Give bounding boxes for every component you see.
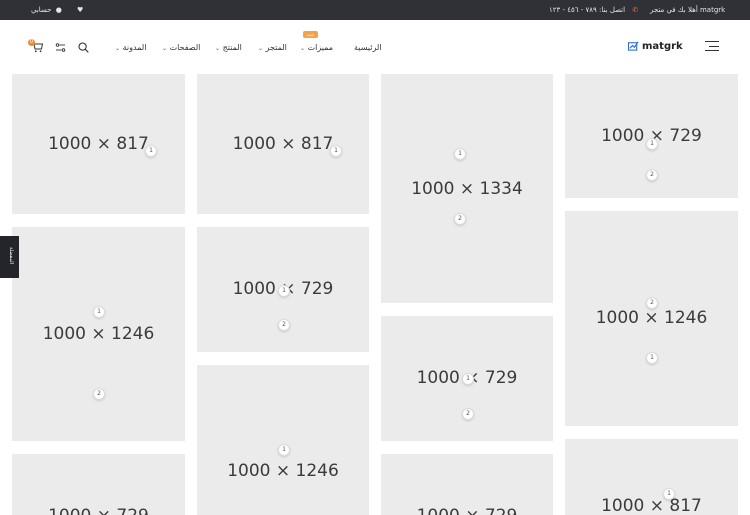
hotspot-marker[interactable]: 2: [454, 213, 466, 225]
nav-pages[interactable]: ⌄ الصفحات: [159, 41, 200, 55]
gallery-item[interactable]: 1000 × 817 1: [197, 74, 369, 214]
gallery-item[interactable]: 2 1000 × 1246 1: [565, 211, 738, 426]
nav-blog[interactable]: ⌄ المدونة: [112, 41, 146, 55]
gallery-item[interactable]: 1000 × 729 1 2: [565, 74, 738, 198]
image-size-label: 1000 × 817: [232, 134, 334, 154]
account-label: حسابي: [31, 6, 52, 14]
contact-info: اتصل بنا: ٧٨٩ - ٤٥٦ - ١٢٣ ✆: [549, 0, 638, 20]
nav-features[interactable]: ⌄ مميزات: [297, 41, 333, 55]
search-icon[interactable]: [78, 42, 89, 53]
gallery-item[interactable]: 1 1000 × 1334 2: [381, 74, 553, 303]
phone-icon: ✆: [632, 6, 639, 14]
compare-icon[interactable]: [55, 42, 66, 53]
logo-text: matgrk: [642, 41, 683, 52]
gallery-item[interactable]: 1000 × 729 1 2: [197, 227, 369, 352]
hotspot-marker[interactable]: 1: [454, 148, 466, 160]
hotspot-marker[interactable]: 1: [93, 306, 105, 318]
new-badge: جديد: [303, 31, 318, 38]
nav-shop[interactable]: ⌄ المتجر: [255, 41, 287, 55]
nav-blog-label: المدونة: [122, 43, 147, 52]
image-size-label: 1000 × 817: [48, 134, 149, 154]
hotspot-marker[interactable]: 2: [462, 408, 474, 420]
chevron-down-icon: ⌄: [115, 45, 121, 52]
hotspot-marker[interactable]: 1: [145, 145, 157, 157]
hotspot-marker[interactable]: 1: [646, 352, 658, 364]
hotspot-marker[interactable]: 1: [278, 444, 290, 456]
hotspot-marker[interactable]: 2: [278, 319, 290, 331]
gallery-item[interactable]: 1000 × 729 1 2: [381, 316, 553, 441]
chevron-down-icon: ⌄: [258, 45, 264, 52]
nav-home-label: الرئيسية: [354, 43, 382, 52]
cart-count-badge: 0: [28, 39, 35, 46]
contact-text: اتصل بنا: ٧٨٩ - ٤٥٦ - ١٢٣: [549, 6, 626, 14]
account-link[interactable]: حسابي ●: [31, 0, 62, 20]
user-icon: ●: [55, 6, 62, 14]
gallery-item[interactable]: 1 1000 × 817: [565, 439, 738, 515]
image-size-label: 1000 × 1334: [411, 179, 523, 199]
chevron-down-icon: ⌄: [162, 45, 168, 52]
nav-pages-label: الصفحات: [169, 43, 201, 52]
nav-product[interactable]: ⌄ المنتج: [212, 41, 242, 55]
nav-features-label: مميزات: [307, 43, 334, 52]
image-size-label: 1000 × 1246: [42, 324, 155, 344]
nav-product-label: المنتج: [222, 43, 242, 52]
hotspot-marker[interactable]: 1: [330, 145, 342, 157]
nav-shop-label: المتجر: [265, 43, 287, 52]
image-size-label: 1000 × 1246: [595, 308, 708, 328]
gallery-item[interactable]: 1 1000 × 1246: [197, 365, 369, 515]
hamburger-menu-icon[interactable]: [705, 41, 719, 52]
site-logo[interactable]: matgrk: [628, 40, 683, 54]
main-header: matgrk الرئيسية جديد ⌄ مميزات ⌄ المتجر ⌄…: [0, 20, 750, 74]
image-size-label: 1000 × 817: [601, 496, 702, 515]
wishlist-heart-icon[interactable]: ♥: [77, 0, 83, 20]
hotspot-marker[interactable]: 2: [93, 388, 105, 400]
hotspot-marker[interactable]: 2: [646, 169, 658, 181]
gallery-item[interactable]: 1000 × 817 1: [12, 74, 185, 214]
side-tab-label: المفضلة: [8, 247, 14, 265]
hotspot-marker[interactable]: 1: [462, 373, 474, 385]
image-size-label: 1000 × 729: [381, 506, 553, 515]
chevron-down-icon: ⌄: [215, 45, 221, 52]
wishlist-side-tab[interactable]: المفضلة: [0, 236, 19, 278]
top-bar: أهلا بك في متجر matgrk اتصل بنا: ٧٨٩ - ٤…: [0, 0, 750, 20]
hotspot-marker[interactable]: 1: [278, 285, 290, 297]
welcome-text: أهلا بك في متجر matgrk: [650, 6, 726, 14]
logo-icon: [628, 41, 639, 51]
nav-home[interactable]: الرئيسية: [354, 41, 382, 55]
gallery-item[interactable]: 1 1000 × 1246 2: [12, 227, 185, 441]
gallery-item[interactable]: 1000 × 729: [12, 454, 185, 515]
image-size-label: 1000 × 1246: [227, 461, 339, 481]
chevron-down-icon: ⌄: [300, 45, 306, 52]
image-size-label: 1000 × 729: [12, 506, 185, 515]
gallery-item[interactable]: 1000 × 729: [381, 454, 553, 515]
hotspot-marker[interactable]: 1: [646, 138, 658, 150]
